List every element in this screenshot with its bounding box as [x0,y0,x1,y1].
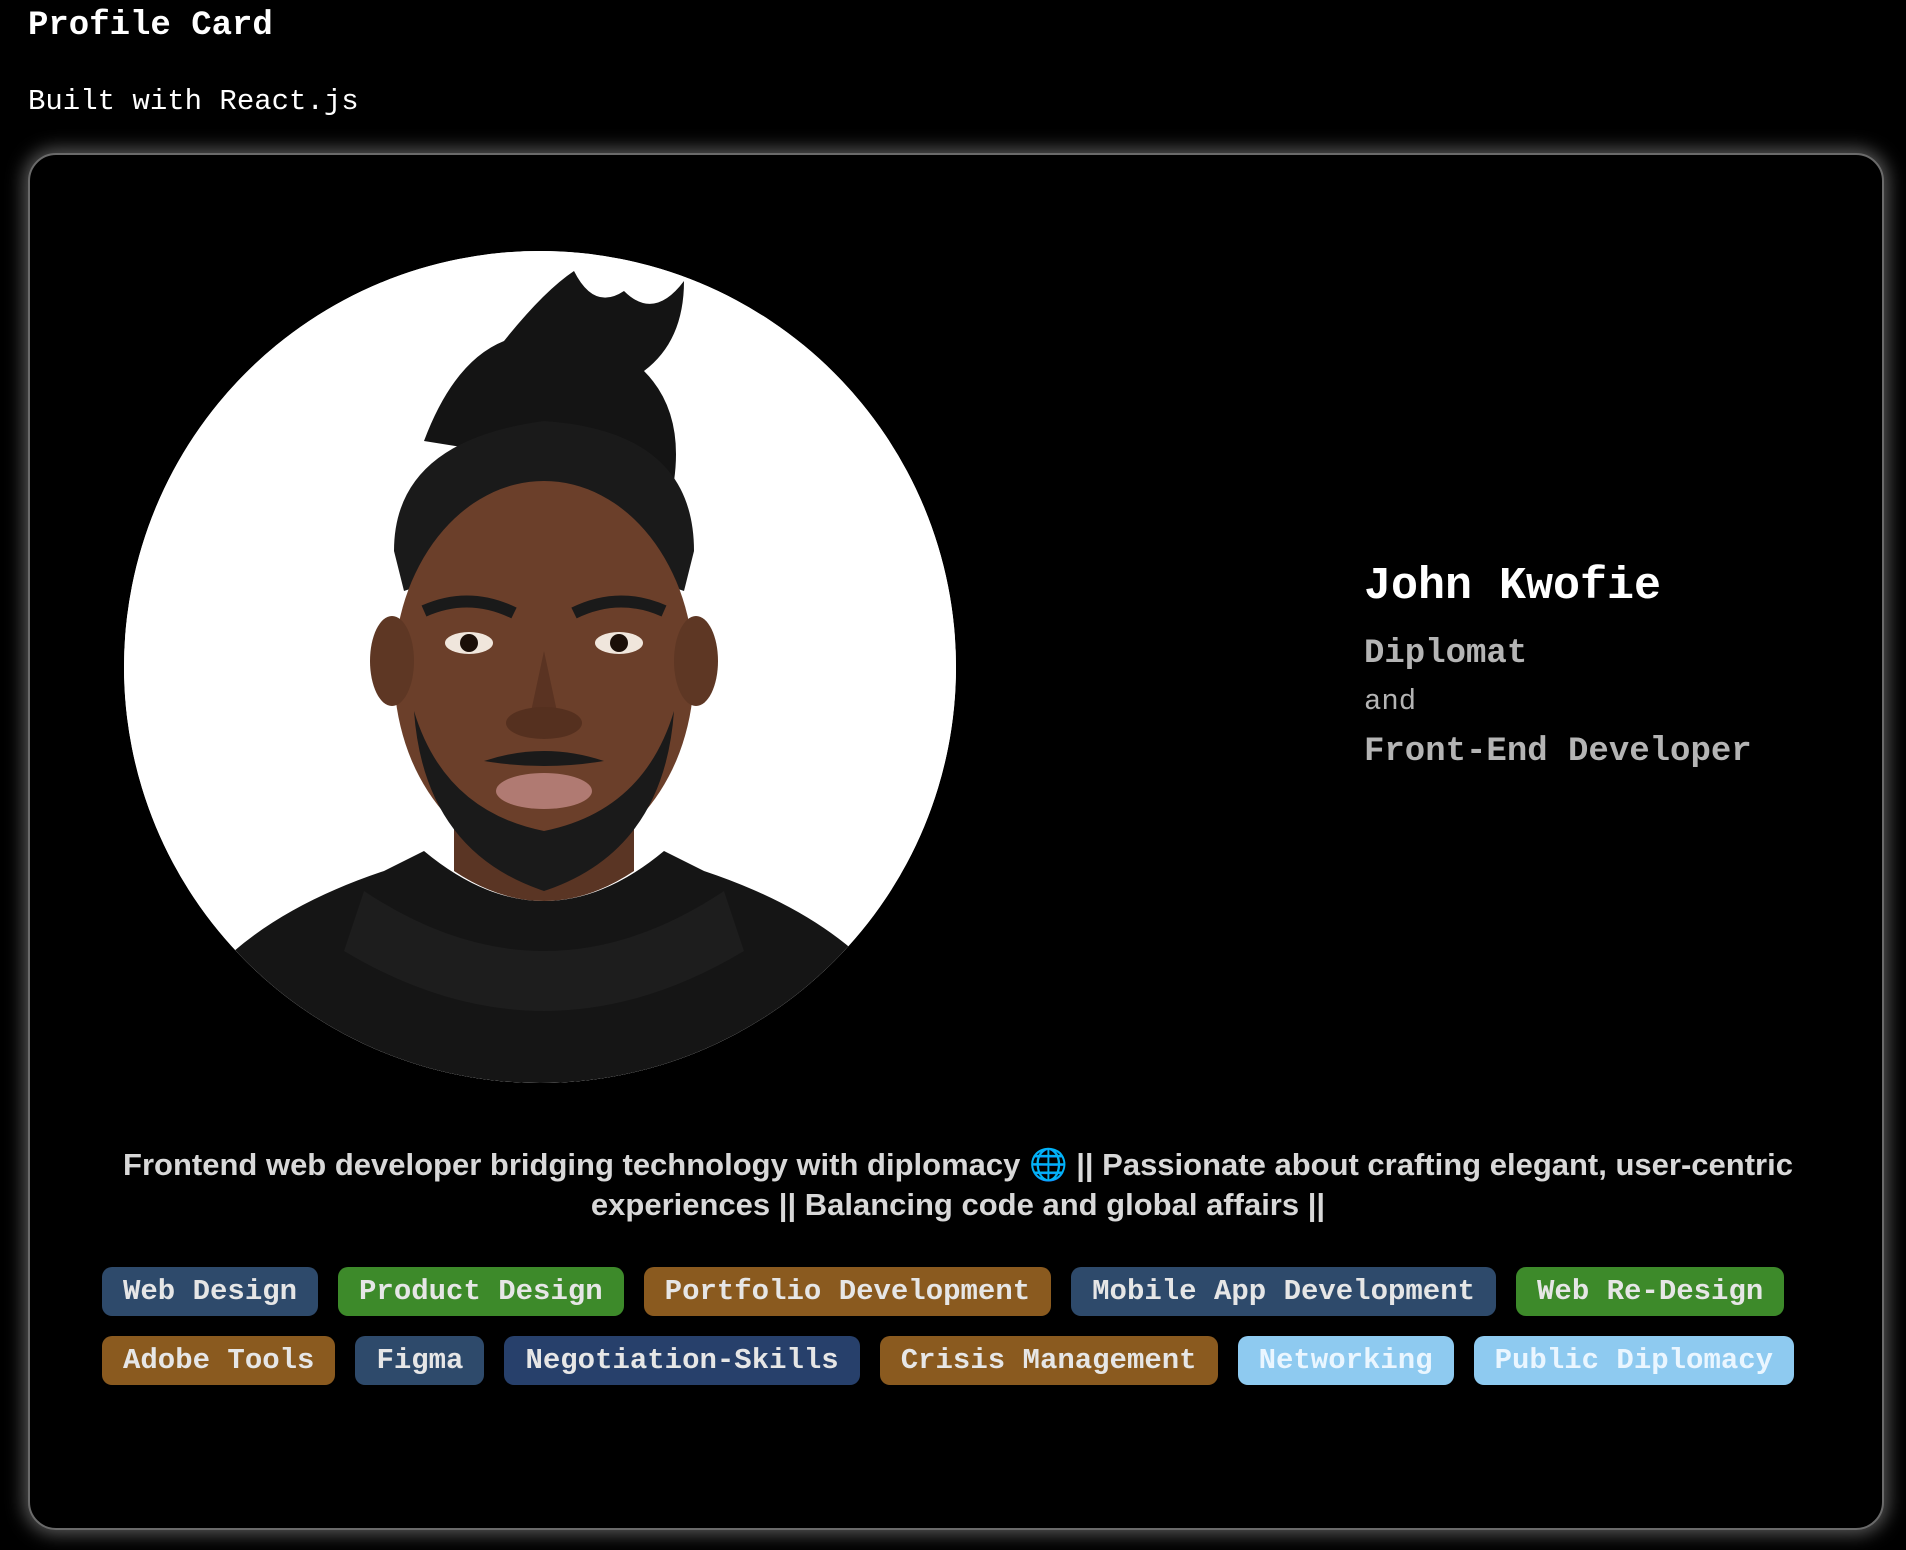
skill-tag: Crisis Management [879,1336,1218,1385]
profile-info: John Kwofie Diplomat and Front-End Devel… [1364,559,1752,773]
profile-role-primary: Diplomat [1364,635,1528,673]
profile-role-secondary: Front-End Developer [1364,733,1752,771]
skill-tag: Public Diplomacy [1473,1336,1795,1385]
skill-tag: Adobe Tools [102,1336,336,1385]
profile-name: John Kwofie [1364,561,1662,612]
skill-tag: Product Design [338,1267,624,1316]
profile-avatar [124,251,956,1083]
profile-bio: Frontend web developer bridging technolo… [123,1147,1793,1222]
profile-role-conjunction: and [1364,685,1417,718]
profile-photo-icon [124,251,956,1083]
skill-tag: Portfolio Development [643,1267,1052,1316]
skill-tag: Web Design [102,1267,319,1316]
skill-tags: Web Design Product Design Portfolio Develo… [102,1267,1822,1385]
skill-tag: Negotiation-Skills [504,1336,860,1385]
skill-tag: Mobile App Development [1071,1267,1497,1316]
page-subtitle: Built with React.js [28,85,359,118]
profile-card: John Kwofie Diplomat and Front-End Devel… [28,153,1884,1530]
skill-tag: Networking [1237,1336,1454,1385]
skill-tag: Web Re-Design [1516,1267,1785,1316]
skill-tag: Figma [355,1336,485,1385]
page-title: Profile Card [28,7,273,45]
